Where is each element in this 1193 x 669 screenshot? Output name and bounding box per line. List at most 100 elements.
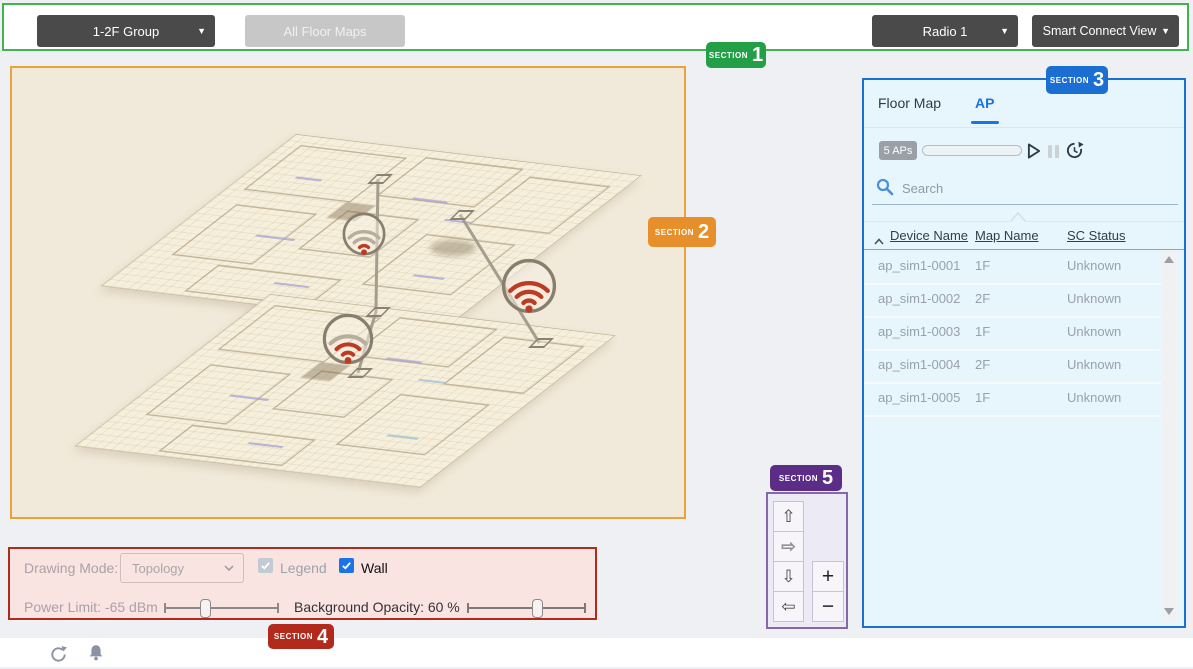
table-row[interactable]: ap_sim1-0004 2F Unknown xyxy=(864,349,1161,384)
zoom-in-button[interactable]: + xyxy=(812,561,844,592)
table-row[interactable]: ap_sim1-0002 2F Unknown xyxy=(864,283,1161,318)
arrow-right-icon: ⇨ xyxy=(781,536,796,556)
background-opacity-label: Background Opacity: 60 % xyxy=(294,599,460,615)
all-floor-maps-button: All Floor Maps xyxy=(245,15,405,47)
cell-sc-status: Unknown xyxy=(1067,324,1122,339)
section-4-number: 4 xyxy=(316,625,329,648)
chevron-down-icon: ▼ xyxy=(197,26,206,36)
minus-icon: − xyxy=(821,594,835,618)
chevron-down-icon: ▼ xyxy=(1000,26,1009,36)
legend-checkbox[interactable] xyxy=(258,558,273,573)
search-icon xyxy=(876,178,894,201)
wifi-strong-icon xyxy=(501,258,557,314)
floor-wall xyxy=(158,424,317,467)
slider-end-tick xyxy=(277,603,279,613)
wall-checkbox[interactable] xyxy=(339,558,354,573)
sort-ascending-icon xyxy=(874,232,884,250)
tab-floor-map[interactable]: Floor Map xyxy=(878,95,941,111)
section-1-number: 1 xyxy=(751,44,764,66)
refresh-icon xyxy=(51,646,67,662)
power-limit-slider-handle[interactable] xyxy=(200,599,211,618)
floor-group-dropdown-label: 1-2F Group xyxy=(92,23,160,39)
drawing-mode-select[interactable]: Topology xyxy=(120,553,244,583)
cell-device-name: ap_sim1-0003 xyxy=(878,324,961,339)
pan-left-button[interactable]: ⇦ xyxy=(773,591,804,622)
pause-button[interactable] xyxy=(1048,145,1060,158)
section-3-badge: SECTION 3 xyxy=(1046,66,1108,94)
view-mode-dropdown-label: Smart Connect View xyxy=(1042,24,1157,38)
background-opacity-slider-handle[interactable] xyxy=(532,599,543,618)
pan-zoom-pad: ⇧ ⇨ ⇩ ⇦ + − xyxy=(766,492,848,629)
radio-dropdown[interactable]: Radio 1 ▼ xyxy=(872,15,1018,47)
table-row[interactable]: ap_sim1-0003 1F Unknown xyxy=(864,316,1161,351)
ap-shadow xyxy=(430,240,476,256)
slider-end-tick xyxy=(164,603,166,613)
chevron-down-icon: ▼ xyxy=(1161,26,1170,36)
floor-wall xyxy=(171,204,318,265)
section-4-badge: SECTION 4 xyxy=(268,624,334,649)
playback-progress-bar[interactable] xyxy=(922,145,1022,156)
wifi-weak-icon xyxy=(342,212,386,256)
cell-sc-status: Unknown xyxy=(1067,258,1122,273)
pan-right-button[interactable]: ⇨ xyxy=(773,531,804,562)
floor-annotation xyxy=(417,378,446,384)
ap-device-icon[interactable] xyxy=(500,257,558,315)
floor-wall xyxy=(145,364,292,425)
all-floor-maps-label: All Floor Maps xyxy=(283,23,367,39)
section-5-number: 5 xyxy=(821,467,834,489)
cell-map-name: 1F xyxy=(975,324,991,339)
ap-device-icon[interactable] xyxy=(341,211,387,257)
table-row[interactable]: ap_sim1-0005 1F Unknown xyxy=(864,382,1161,417)
scrollbar-down-icon[interactable] xyxy=(1164,608,1174,615)
legend-label: Legend xyxy=(280,560,327,576)
table-row[interactable]: ap_sim1-0001 1F Unknown xyxy=(864,250,1161,285)
scrollbar-up-icon[interactable] xyxy=(1164,256,1174,263)
ap-side-panel: Floor Map AP 5 APs Device Name Map xyxy=(862,78,1186,628)
cell-device-name: ap_sim1-0001 xyxy=(878,258,961,273)
ap-count-badge: 5 APs xyxy=(879,141,917,160)
scrollbar[interactable] xyxy=(1162,250,1177,622)
wifi-medium-icon xyxy=(322,313,374,365)
refresh-history-button[interactable] xyxy=(1065,141,1084,165)
floor-map-canvas[interactable] xyxy=(10,66,686,519)
column-header-sc-status[interactable]: SC Status xyxy=(1067,228,1126,243)
pan-up-button[interactable]: ⇧ xyxy=(773,501,804,532)
map-display-controls: Drawing Mode: Topology Legend Wall Power… xyxy=(8,547,597,620)
play-button[interactable] xyxy=(1027,142,1042,165)
section-3-number: 3 xyxy=(1092,69,1105,91)
cell-map-name: 1F xyxy=(975,390,991,405)
radio-dropdown-label: Radio 1 xyxy=(922,23,968,39)
refresh-button[interactable] xyxy=(49,645,68,669)
check-icon xyxy=(261,562,270,570)
floor-group-dropdown[interactable]: 1-2F Group ▼ xyxy=(37,15,215,47)
ap-device-icon[interactable] xyxy=(321,312,375,366)
search-input[interactable] xyxy=(900,176,1164,200)
cell-map-name: 2F xyxy=(975,357,991,372)
active-tab-underline xyxy=(971,121,999,124)
bell-icon xyxy=(89,645,103,661)
notifications-button[interactable] xyxy=(86,643,106,669)
plus-icon: + xyxy=(821,564,835,588)
view-mode-dropdown[interactable]: Smart Connect View ▼ xyxy=(1032,15,1179,47)
section-5-word: SECTION xyxy=(778,473,818,483)
footer-bar xyxy=(0,638,1193,667)
zoom-out-button[interactable]: − xyxy=(812,591,844,622)
slider-track xyxy=(468,607,585,609)
power-limit-label: Power Limit: -65 dBm xyxy=(24,599,158,615)
cell-map-name: 1F xyxy=(975,258,991,273)
cell-device-name: ap_sim1-0004 xyxy=(878,357,961,372)
slider-end-tick xyxy=(584,603,586,613)
arrow-up-icon: ⇧ xyxy=(781,506,796,526)
column-header-device-name[interactable]: Device Name xyxy=(890,228,968,243)
drawing-mode-value: Topology xyxy=(132,560,185,576)
section-3-word: SECTION xyxy=(1049,75,1089,85)
refresh-history-icon xyxy=(1066,141,1084,159)
pause-icon xyxy=(1048,145,1052,158)
pan-down-button[interactable]: ⇩ xyxy=(773,561,804,592)
section-2-number: 2 xyxy=(697,221,710,243)
tab-ap[interactable]: AP xyxy=(975,95,994,111)
cell-sc-status: Unknown xyxy=(1067,390,1122,405)
drawing-mode-label: Drawing Mode: xyxy=(24,560,119,576)
column-header-map-name[interactable]: Map Name xyxy=(975,228,1039,243)
slider-end-tick xyxy=(467,603,469,613)
